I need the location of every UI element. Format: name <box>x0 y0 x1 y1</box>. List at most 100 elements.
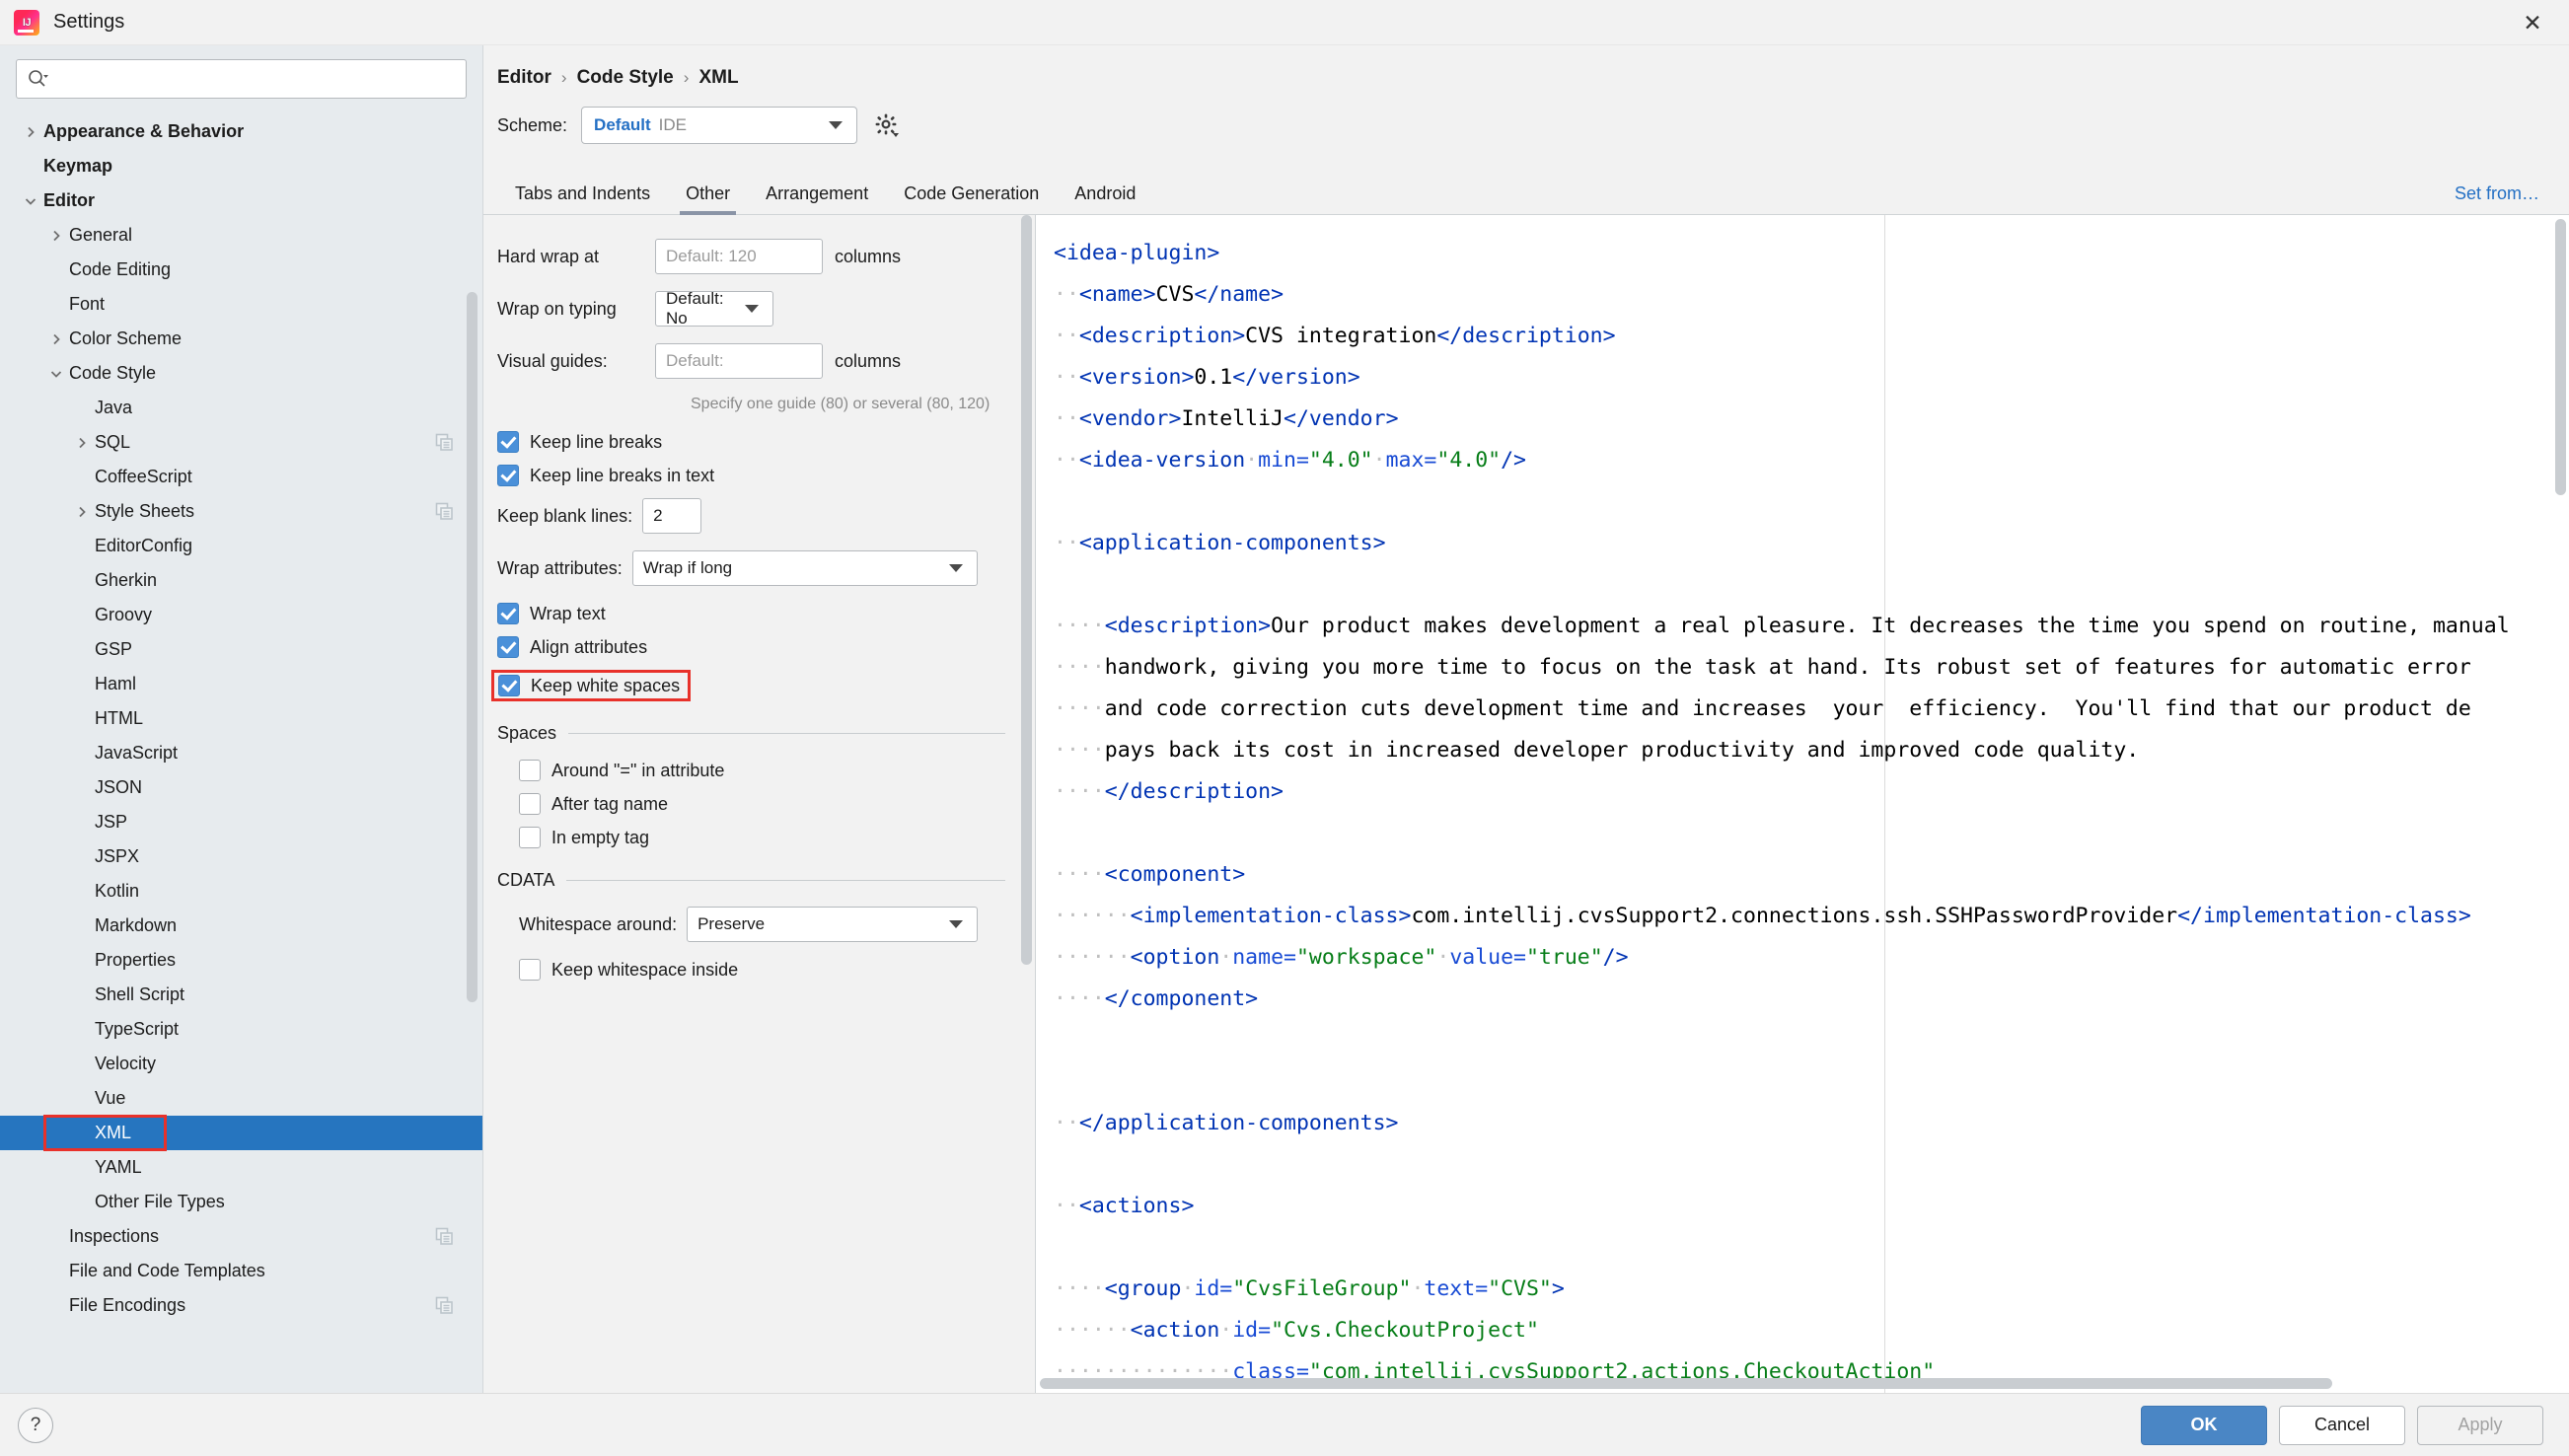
chevron-right-icon[interactable] <box>69 436 95 450</box>
tab-android[interactable]: Android <box>1057 183 1153 214</box>
breadcrumb-item-xml[interactable]: XML <box>698 67 738 89</box>
sidebar-item-vue[interactable]: Vue <box>0 1081 482 1116</box>
tab-other[interactable]: Other <box>668 183 748 215</box>
set-from-link[interactable]: Set from… <box>2455 183 2539 204</box>
code-line: <idea-plugin> <box>1054 233 2569 274</box>
sidebar-item-code-style[interactable]: Code Style <box>0 356 482 391</box>
sidebar-item-typescript[interactable]: TypeScript <box>0 1012 482 1047</box>
sidebar-item-file-encodings[interactable]: File Encodings <box>0 1288 482 1323</box>
settings-tree[interactable]: Appearance & Behavior Keymap Editor General… <box>0 105 482 1393</box>
tab-arrangement[interactable]: Arrangement <box>748 183 886 214</box>
sidebar-item-file-and-code-templates[interactable]: File and Code Templates <box>0 1254 482 1288</box>
chevron-right-icon[interactable] <box>43 332 69 346</box>
scheme-dropdown[interactable]: Default IDE <box>581 107 858 144</box>
keep-whitespace-inside-checkbox[interactable] <box>519 959 541 981</box>
help-icon[interactable]: ? <box>18 1407 53 1443</box>
align-attributes-checkbox[interactable] <box>497 636 519 658</box>
visual-guides-input[interactable] <box>655 343 823 379</box>
sidebar-item-gsp[interactable]: GSP <box>0 632 482 667</box>
search-input[interactable] <box>52 68 456 90</box>
keep-white-spaces-row[interactable]: Keep white spaces <box>491 670 692 701</box>
ok-button[interactable]: OK <box>2141 1405 2267 1445</box>
around-eq-row[interactable]: Around "=" in attribute <box>519 760 1005 781</box>
copy-icon[interactable] <box>435 433 455 453</box>
search-box[interactable] <box>16 59 467 99</box>
sidebar-item-code-editing[interactable]: Code Editing <box>0 253 482 287</box>
wrap-text-checkbox[interactable] <box>497 603 519 624</box>
in-empty-tag-checkbox[interactable] <box>519 827 541 848</box>
breadcrumb-item-editor[interactable]: Editor <box>497 67 551 89</box>
sidebar-item-velocity[interactable]: Velocity <box>0 1047 482 1081</box>
cancel-button[interactable]: Cancel <box>2279 1405 2405 1445</box>
after-tag-name-checkbox[interactable] <box>519 793 541 815</box>
sidebar-item-kotlin[interactable]: Kotlin <box>0 874 482 909</box>
copy-icon[interactable] <box>435 1227 455 1247</box>
sidebar-item-shell-script[interactable]: Shell Script <box>0 978 482 1012</box>
after-tag-name-row[interactable]: After tag name <box>519 793 1005 815</box>
close-icon[interactable]: ✕ <box>2496 0 2569 45</box>
sidebar-item-editorconfig[interactable]: EditorConfig <box>0 529 482 563</box>
sidebar-item-jspx[interactable]: JSPX <box>0 839 482 874</box>
apply-button[interactable]: Apply <box>2417 1405 2543 1445</box>
sidebar-item-haml[interactable]: Haml <box>0 667 482 701</box>
sidebar-item-general[interactable]: General <box>0 218 482 253</box>
code-preview-panel[interactable]: <idea-plugin> ··<name>CVS</name> ··<descri… <box>1036 215 2569 1393</box>
in-empty-tag-row[interactable]: In empty tag <box>519 827 1005 848</box>
sidebar-item-html[interactable]: HTML <box>0 701 482 736</box>
around-eq-label: Around "=" in attribute <box>551 760 725 780</box>
chevron-down-icon[interactable] <box>43 367 69 381</box>
preview-horizontal-scrollbar-thumb[interactable] <box>1040 1378 2332 1389</box>
sidebar-item-xml[interactable]: XML <box>0 1115 482 1151</box>
around-eq-checkbox[interactable] <box>519 760 541 781</box>
chevron-right-icon[interactable] <box>18 125 43 139</box>
code-preview-text[interactable]: <idea-plugin> ··<name>CVS</name> ··<descri… <box>1036 215 2569 1393</box>
sidebar-scrollbar-track[interactable] <box>467 164 480 1393</box>
tab-tabs-and-indents[interactable]: Tabs and Indents <box>497 183 668 214</box>
sidebar-item-appearance-behavior[interactable]: Appearance & Behavior <box>0 114 482 149</box>
sidebar-item-other-file-types[interactable]: Other File Types <box>0 1185 482 1219</box>
sidebar-item-java[interactable]: Java <box>0 391 482 425</box>
sidebar-item-keymap[interactable]: Keymap <box>0 149 482 183</box>
tab-code-generation[interactable]: Code Generation <box>886 183 1057 214</box>
copy-icon[interactable] <box>435 502 455 522</box>
sidebar-item-inspections[interactable]: Inspections <box>0 1219 482 1254</box>
keep-line-breaks-in-text-checkbox[interactable] <box>497 465 519 486</box>
gear-icon[interactable] <box>871 109 903 141</box>
chevron-down-icon[interactable] <box>18 194 43 208</box>
hard-wrap-input[interactable] <box>655 239 823 274</box>
sidebar-item-json[interactable]: JSON <box>0 770 482 805</box>
keep-line-breaks-checkbox[interactable] <box>497 431 519 453</box>
sidebar-item-markdown[interactable]: Markdown <box>0 909 482 943</box>
sidebar-item-properties[interactable]: Properties <box>0 943 482 978</box>
keep-whitespace-inside-row[interactable]: Keep whitespace inside <box>519 959 1005 981</box>
settings-tabs[interactable]: Tabs and Indents Other Arrangement Code Gen… <box>483 170 2569 215</box>
sidebar-item-style-sheets[interactable]: Style Sheets <box>0 494 482 529</box>
preview-vertical-scrollbar-thumb[interactable] <box>2555 219 2566 495</box>
whitespace-around-dropdown[interactable]: Preserve <box>687 907 979 942</box>
form-scrollbar-thumb[interactable] <box>1021 215 1032 965</box>
sidebar-item-jsp[interactable]: JSP <box>0 805 482 839</box>
sidebar-scrollbar-thumb[interactable] <box>467 292 477 1002</box>
keep-blank-lines-input[interactable] <box>642 498 702 534</box>
copy-icon[interactable] <box>435 1296 455 1316</box>
sidebar-item-javascript[interactable]: JavaScript <box>0 736 482 770</box>
sidebar-item-coffeescript[interactable]: CoffeeScript <box>0 460 482 494</box>
align-attributes-row[interactable]: Align attributes <box>497 636 1005 658</box>
preview-horizontal-scrollbar-track[interactable] <box>1036 1378 2557 1391</box>
breadcrumb-item-code-style[interactable]: Code Style <box>577 67 674 89</box>
wrap-text-row[interactable]: Wrap text <box>497 603 1005 624</box>
keep-line-breaks-row[interactable]: Keep line breaks <box>497 431 1005 453</box>
sidebar-item-yaml[interactable]: YAML <box>0 1150 482 1185</box>
sidebar-item-gherkin[interactable]: Gherkin <box>0 563 482 598</box>
sidebar-item-editor[interactable]: Editor <box>0 183 482 218</box>
sidebar-item-color-scheme[interactable]: Color Scheme <box>0 322 482 356</box>
wrap-attributes-dropdown[interactable]: Wrap if long <box>631 550 978 586</box>
chevron-right-icon[interactable] <box>43 229 69 243</box>
sidebar-item-sql[interactable]: SQL <box>0 425 482 460</box>
chevron-right-icon[interactable] <box>69 505 95 519</box>
keep-white-spaces-checkbox[interactable] <box>498 675 520 696</box>
sidebar-item-font[interactable]: Font <box>0 287 482 322</box>
sidebar-item-groovy[interactable]: Groovy <box>0 598 482 632</box>
keep-line-breaks-in-text-row[interactable]: Keep line breaks in text <box>497 465 1005 486</box>
wrap-on-typing-dropdown[interactable]: Default: No <box>655 289 773 328</box>
